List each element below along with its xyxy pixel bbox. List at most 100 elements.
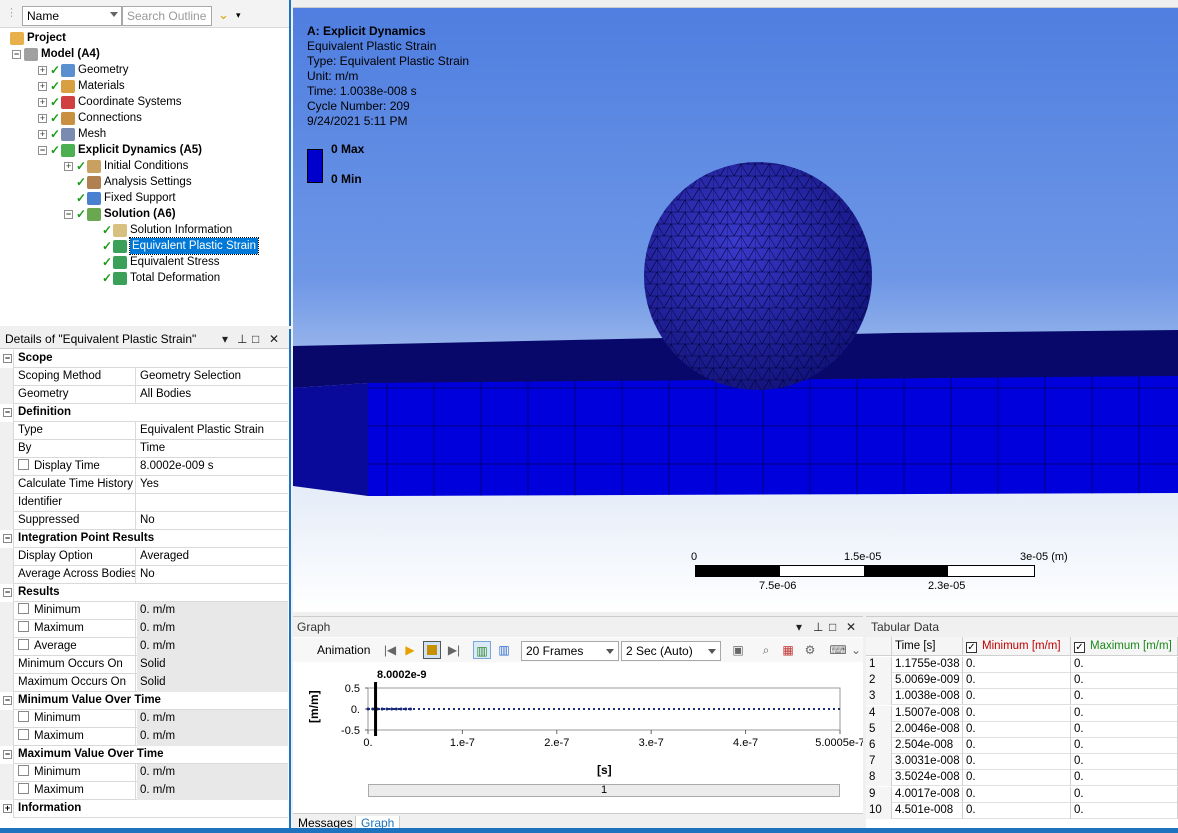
maximize-icon[interactable]: □ bbox=[252, 332, 259, 346]
details-section-header[interactable]: − Results bbox=[0, 584, 288, 602]
tree-node[interactable]: ✓ Solution Information bbox=[90, 222, 232, 238]
expand-icon[interactable]: + bbox=[64, 161, 73, 171]
close-icon[interactable]: ✕ bbox=[269, 332, 279, 346]
play-icon[interactable]: ▶ bbox=[401, 641, 419, 659]
graphics-viewport[interactable]: A: Explicit Dynamics Equivalent Plastic … bbox=[293, 8, 1178, 612]
expand-icon[interactable]: + bbox=[38, 65, 47, 75]
table-row[interactable]: 1 1.1755e-038 0. 0. bbox=[866, 657, 1178, 673]
maximize-icon[interactable]: □ bbox=[829, 620, 836, 634]
details-row[interactable]: Minimum 0. m/m bbox=[0, 602, 288, 620]
result-sets-icon[interactable]: ▥ bbox=[495, 641, 513, 659]
collapse-icon[interactable]: − bbox=[3, 588, 12, 597]
table-row[interactable]: 3 1.0038e-008 0. 0. bbox=[866, 689, 1178, 706]
collapse-icon[interactable]: − bbox=[3, 354, 12, 363]
stop-icon[interactable] bbox=[423, 641, 441, 659]
details-row[interactable]: Display Option Averaged bbox=[0, 548, 288, 566]
details-value[interactable]: 0. m/m bbox=[137, 764, 288, 782]
details-row[interactable]: Minimum Occurs On Solid bbox=[0, 656, 288, 674]
tree-node[interactable]: + ✓ Coordinate Systems bbox=[38, 94, 182, 110]
dropdown-icon[interactable]: ▾ bbox=[222, 332, 228, 346]
collapse-icon[interactable]: − bbox=[3, 696, 12, 705]
chart-options-icon[interactable]: ▦ bbox=[779, 641, 797, 659]
search-outline-input[interactable]: Search Outline bbox=[122, 6, 212, 26]
details-value[interactable]: 0. m/m bbox=[137, 620, 288, 638]
tree-node[interactable]: + ✓ Connections bbox=[38, 110, 142, 126]
details-value[interactable]: All Bodies bbox=[137, 386, 288, 404]
tree-node[interactable]: ✓ Fixed Support bbox=[64, 190, 176, 206]
expand-icon[interactable]: + bbox=[3, 804, 12, 813]
table-row[interactable]: 7 3.0031e-008 0. 0. bbox=[866, 754, 1178, 771]
details-row[interactable]: Scoping Method Geometry Selection bbox=[0, 368, 288, 386]
table-row[interactable]: 8 3.5024e-008 0. 0. bbox=[866, 770, 1178, 787]
checkbox-checked-icon[interactable]: ✓ bbox=[1074, 642, 1085, 653]
details-row[interactable]: Display Time 8.0002e-009 s bbox=[0, 458, 288, 476]
details-value[interactable]: Yes bbox=[137, 476, 288, 494]
details-value[interactable]: Solid bbox=[137, 656, 288, 674]
tree-node[interactable]: Project bbox=[10, 30, 66, 46]
expand-icon[interactable]: + bbox=[38, 97, 47, 107]
tree-node[interactable]: − ✓ Explicit Dynamics (A5) bbox=[38, 142, 202, 158]
pin-icon[interactable]: ⊥ bbox=[237, 332, 247, 346]
tree-node[interactable]: + ✓ Initial Conditions bbox=[64, 158, 188, 174]
minimum-column-header[interactable]: ✓ Minimum [m/m] bbox=[963, 637, 1071, 656]
checkbox[interactable] bbox=[18, 621, 29, 632]
details-section-header[interactable]: − Scope bbox=[0, 350, 288, 368]
details-section-header[interactable]: − Definition bbox=[0, 404, 288, 422]
name-combo[interactable]: Name bbox=[22, 6, 122, 26]
details-row[interactable]: Maximum 0. m/m bbox=[0, 782, 288, 800]
details-section-header[interactable]: − Maximum Value Over Time bbox=[0, 746, 288, 764]
maximum-column-header[interactable]: ✓ Maximum [m/m] bbox=[1071, 637, 1178, 656]
checkbox-checked-icon[interactable]: ✓ bbox=[966, 642, 977, 653]
details-value[interactable]: 0. m/m bbox=[137, 782, 288, 800]
tree-node[interactable]: ✓ Equivalent Plastic Strain bbox=[90, 237, 260, 255]
tree-node[interactable]: ✓ Analysis Settings bbox=[64, 174, 192, 190]
details-value[interactable]: 8.0002e-009 s bbox=[137, 458, 288, 476]
skip-back-icon[interactable]: |◀ bbox=[381, 641, 399, 659]
details-row[interactable]: Minimum 0. m/m bbox=[0, 764, 288, 782]
skip-forward-icon[interactable]: ▶| bbox=[445, 641, 463, 659]
details-row[interactable]: Suppressed No bbox=[0, 512, 288, 530]
details-value[interactable]: Solid bbox=[137, 674, 288, 692]
dropdown-icon[interactable]: ▾ bbox=[236, 10, 241, 21]
details-value[interactable]: Equivalent Plastic Strain bbox=[137, 422, 288, 440]
details-value[interactable]: 0. m/m bbox=[137, 602, 288, 620]
time-column-header[interactable]: Time [s] bbox=[892, 637, 963, 656]
checkbox[interactable] bbox=[18, 639, 29, 650]
details-row[interactable]: By Time bbox=[0, 440, 288, 458]
dropdown-icon[interactable]: ▾ bbox=[796, 620, 802, 634]
filter-icon[interactable]: ⌄ bbox=[218, 7, 229, 23]
duration-select[interactable]: 2 Sec (Auto) bbox=[621, 641, 721, 661]
tree-node[interactable]: − Model (A4) bbox=[12, 46, 100, 62]
table-row[interactable]: 4 1.5007e-008 0. 0. bbox=[866, 705, 1178, 722]
tree-node[interactable]: ✓ Total Deformation bbox=[90, 270, 220, 286]
collapse-icon[interactable]: − bbox=[12, 49, 21, 59]
pin-icon[interactable]: ⊥ bbox=[813, 620, 823, 634]
details-row[interactable]: Type Equivalent Plastic Strain bbox=[0, 422, 288, 440]
checkbox[interactable] bbox=[18, 711, 29, 722]
collapse-icon[interactable]: − bbox=[3, 408, 12, 417]
details-section-header[interactable]: + Information bbox=[0, 800, 288, 818]
details-row[interactable]: Identifier bbox=[0, 494, 288, 512]
details-value[interactable]: 0. m/m bbox=[137, 710, 288, 728]
details-row[interactable]: Maximum 0. m/m bbox=[0, 728, 288, 746]
expand-icon[interactable]: + bbox=[38, 129, 47, 139]
details-value[interactable]: 0. m/m bbox=[137, 728, 288, 746]
tree-node[interactable]: + ✓ Mesh bbox=[38, 126, 106, 142]
time-history-plot[interactable]: 0.5 0. -0.5 0. 1.e-7 2.e-7 3.e-7 4.e-7 5.0005e-7… bbox=[293, 663, 865, 813]
tree-node[interactable]: − ✓ Solution (A6) bbox=[64, 206, 176, 222]
table-row[interactable]: 5 2.0046e-008 0. 0. bbox=[866, 721, 1178, 738]
details-row[interactable]: Maximum Occurs On Solid bbox=[0, 674, 288, 692]
tree-node[interactable]: + ✓ Materials bbox=[38, 78, 125, 94]
keyboard-icon[interactable]: ⌨ bbox=[829, 641, 847, 659]
details-value[interactable]: 0. m/m bbox=[137, 638, 288, 656]
details-row[interactable]: Minimum 0. m/m bbox=[0, 710, 288, 728]
details-value[interactable]: No bbox=[137, 566, 288, 584]
details-row[interactable]: Calculate Time History Yes bbox=[0, 476, 288, 494]
tree-node[interactable]: ✓ Equivalent Stress bbox=[90, 254, 220, 270]
details-row[interactable]: Maximum 0. m/m bbox=[0, 620, 288, 638]
expand-icon[interactable]: + bbox=[38, 81, 47, 91]
details-row[interactable]: Average Across Bodies No bbox=[0, 566, 288, 584]
table-row[interactable]: 6 2.504e-008 0. 0. bbox=[866, 738, 1178, 754]
overflow-icon[interactable]: ⌄ bbox=[847, 641, 865, 659]
checkbox[interactable] bbox=[18, 729, 29, 740]
